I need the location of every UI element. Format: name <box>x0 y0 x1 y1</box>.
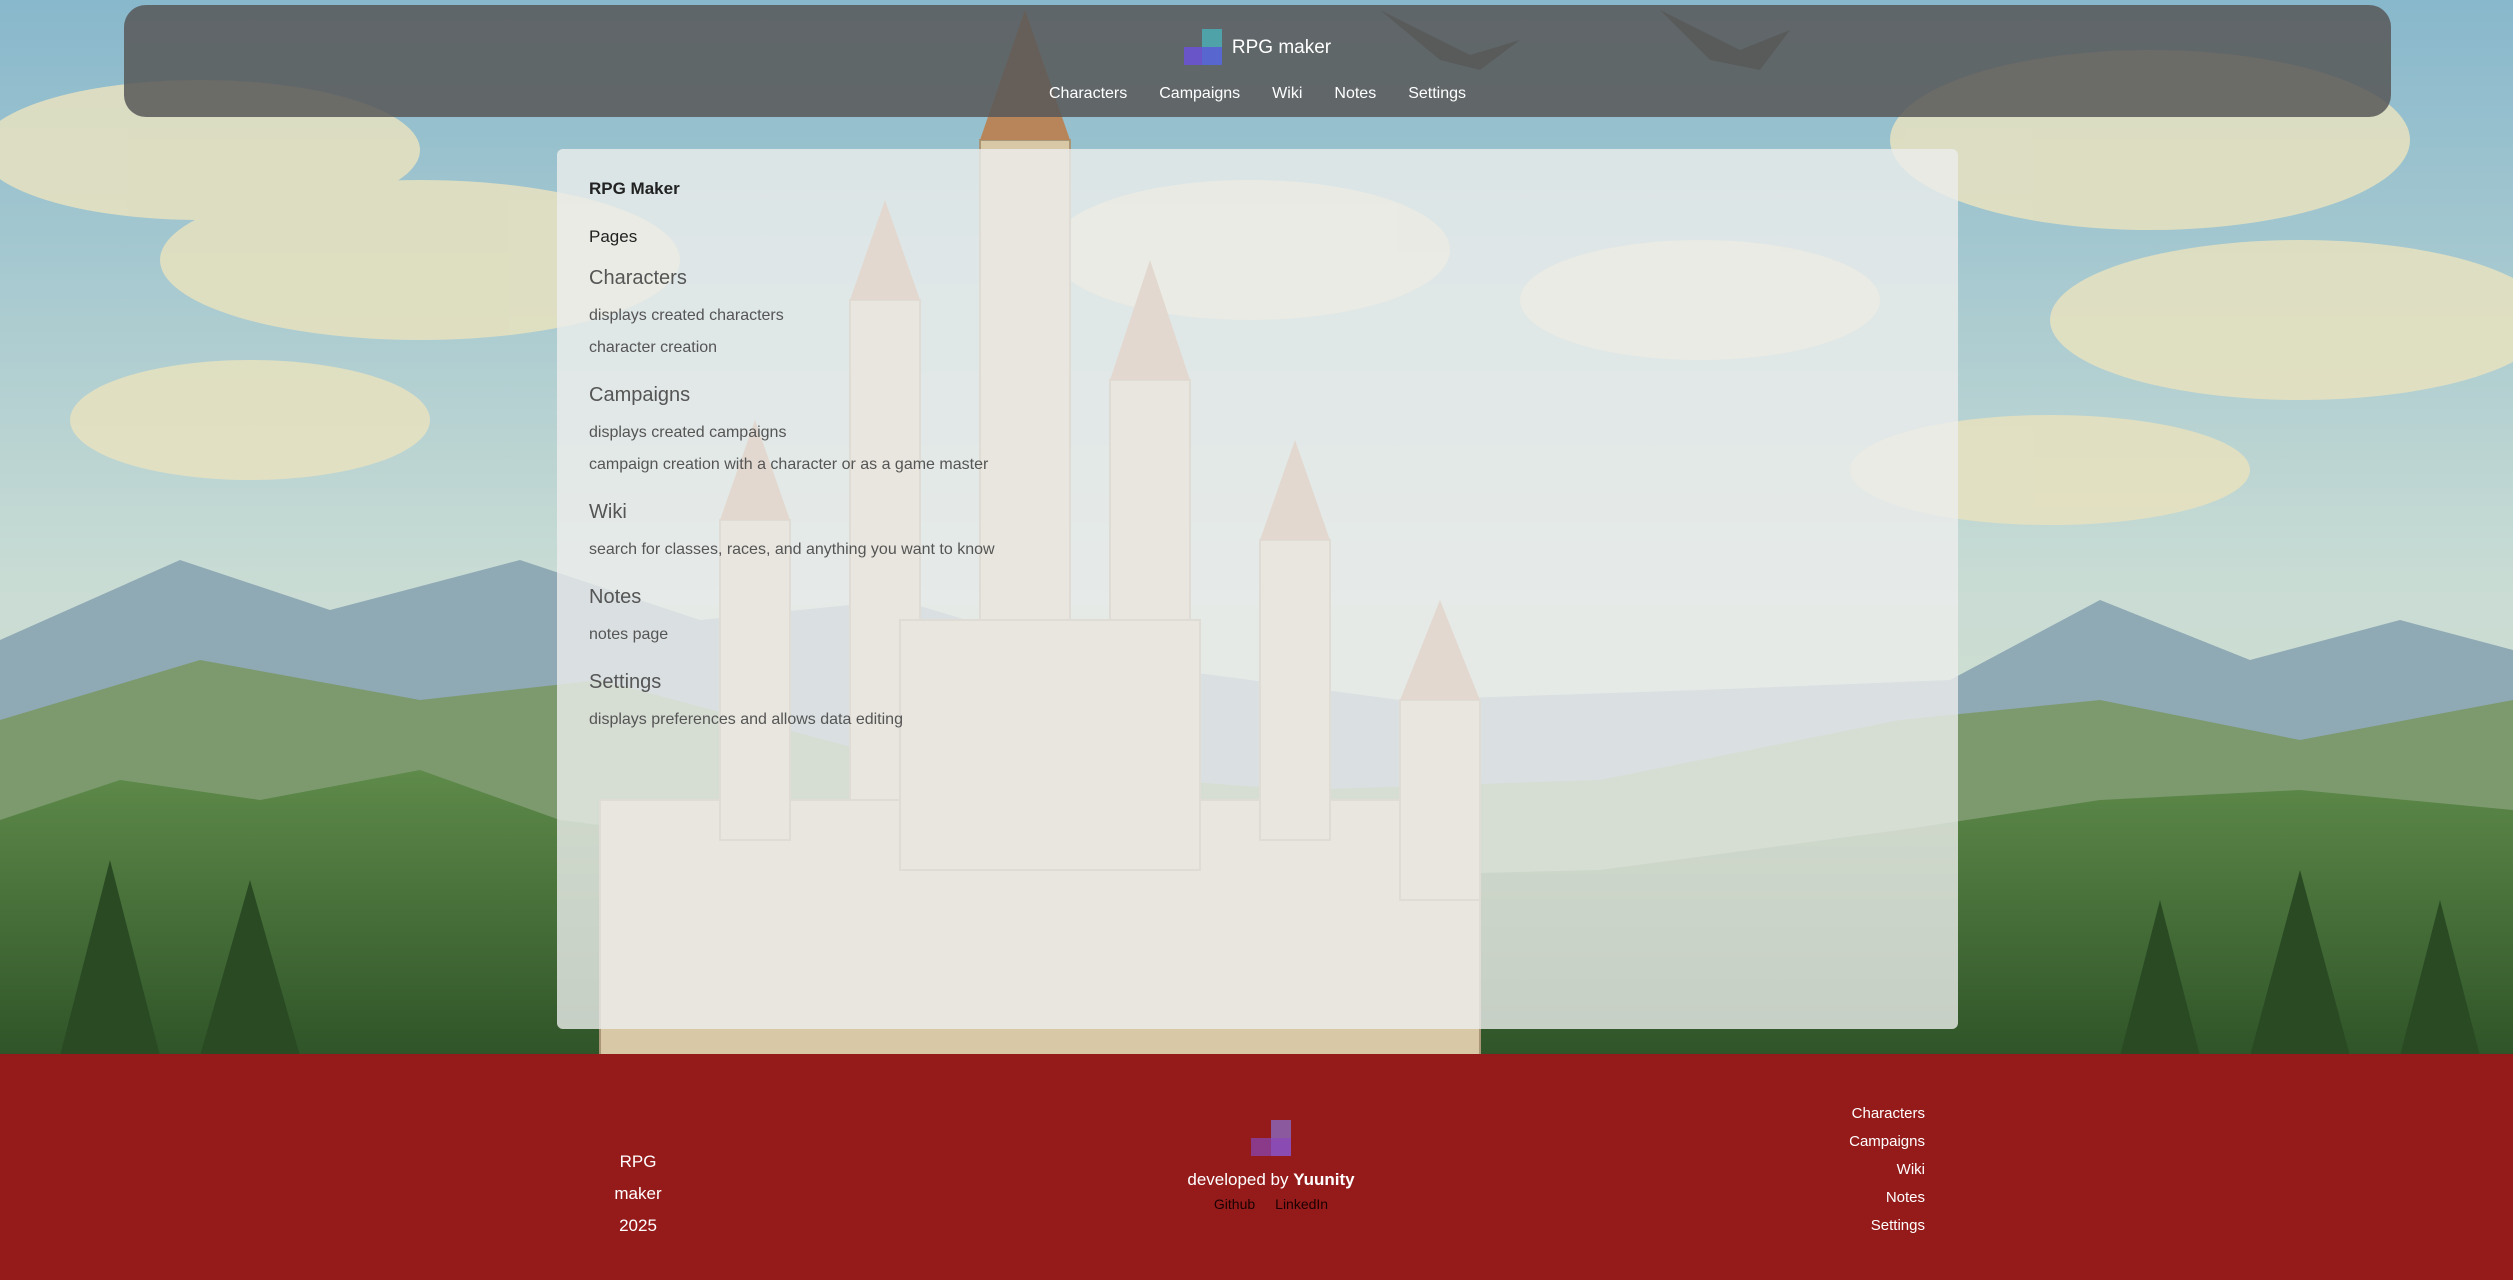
developed-by: developed by Yuunity <box>1156 1170 1386 1190</box>
brand-name: RPG maker <box>1231 37 1332 58</box>
nav-settings[interactable]: Settings <box>1408 85 1466 103</box>
nav-wiki[interactable]: Wiki <box>1272 85 1302 103</box>
section-title: Wiki <box>589 501 627 523</box>
developed-by-label: developed by <box>1187 1170 1289 1189</box>
section-wiki: Wiki search for classes, races, and anyt… <box>589 501 1926 566</box>
main-nav: Characters Campaigns Wiki Notes Settings <box>124 85 2391 103</box>
footer-nav-wiki[interactable]: Wiki <box>1849 1156 1925 1184</box>
footer-nav-characters[interactable]: Characters <box>1849 1100 1925 1128</box>
content-card: RPG Maker Pages Characters displays crea… <box>557 149 1958 1029</box>
section-characters: Characters displays created characters c… <box>589 267 1926 364</box>
nav-characters[interactable]: Characters <box>1049 85 1127 103</box>
section-campaigns: Campaigns displays created campaigns cam… <box>589 384 1926 481</box>
top-navbar: RPG maker Characters Campaigns Wiki Note… <box>124 5 2391 117</box>
developer-name: Yuunity <box>1293 1170 1355 1189</box>
section-item: campaign creation with a character or as… <box>589 456 989 473</box>
footer-app-name: RPG maker <box>614 1152 662 1203</box>
footer-nav: Characters Campaigns Wiki Notes Settings <box>1849 1100 1925 1240</box>
footer-year: 2025 <box>619 1216 657 1235</box>
pages-heading: Pages <box>589 227 638 246</box>
footer-nav-campaigns[interactable]: Campaigns <box>1849 1128 1925 1156</box>
section-title: Notes <box>589 586 642 608</box>
section-item: search for classes, races, and anything … <box>589 541 995 558</box>
linkedin-link[interactable]: LinkedIn <box>1275 1196 1328 1212</box>
brand[interactable]: RPG maker <box>124 29 2391 67</box>
section-item: notes page <box>589 626 669 643</box>
section-settings: Settings displays preferences and allows… <box>589 671 1926 736</box>
section-item: displays created campaigns <box>589 424 787 441</box>
section-item: displays created characters <box>589 307 784 324</box>
section-title: Characters <box>589 267 687 289</box>
developer-logo-icon <box>1251 1120 1291 1158</box>
section-item: displays preferences and allows data edi… <box>589 711 903 728</box>
footer-nav-settings[interactable]: Settings <box>1849 1212 1925 1240</box>
footer-nav-notes[interactable]: Notes <box>1849 1184 1925 1212</box>
social-links: Github LinkedIn <box>1156 1196 1386 1212</box>
page-title: RPG Maker <box>589 179 680 198</box>
footer: RPG maker 2025 developed by Yuunity Gith… <box>0 1054 2513 1280</box>
app-logo-icon <box>1183 29 1222 67</box>
github-link[interactable]: Github <box>1214 1196 1255 1212</box>
section-title: Campaigns <box>589 384 691 406</box>
section-notes: Notes notes page <box>589 586 1926 651</box>
section-title: Settings <box>589 671 662 693</box>
footer-info: RPG maker 2025 <box>598 1146 678 1242</box>
footer-developer: developed by Yuunity Github LinkedIn <box>1156 1120 1386 1212</box>
nav-campaigns[interactable]: Campaigns <box>1159 85 1240 103</box>
nav-notes[interactable]: Notes <box>1334 85 1376 103</box>
section-item: character creation <box>589 339 718 356</box>
